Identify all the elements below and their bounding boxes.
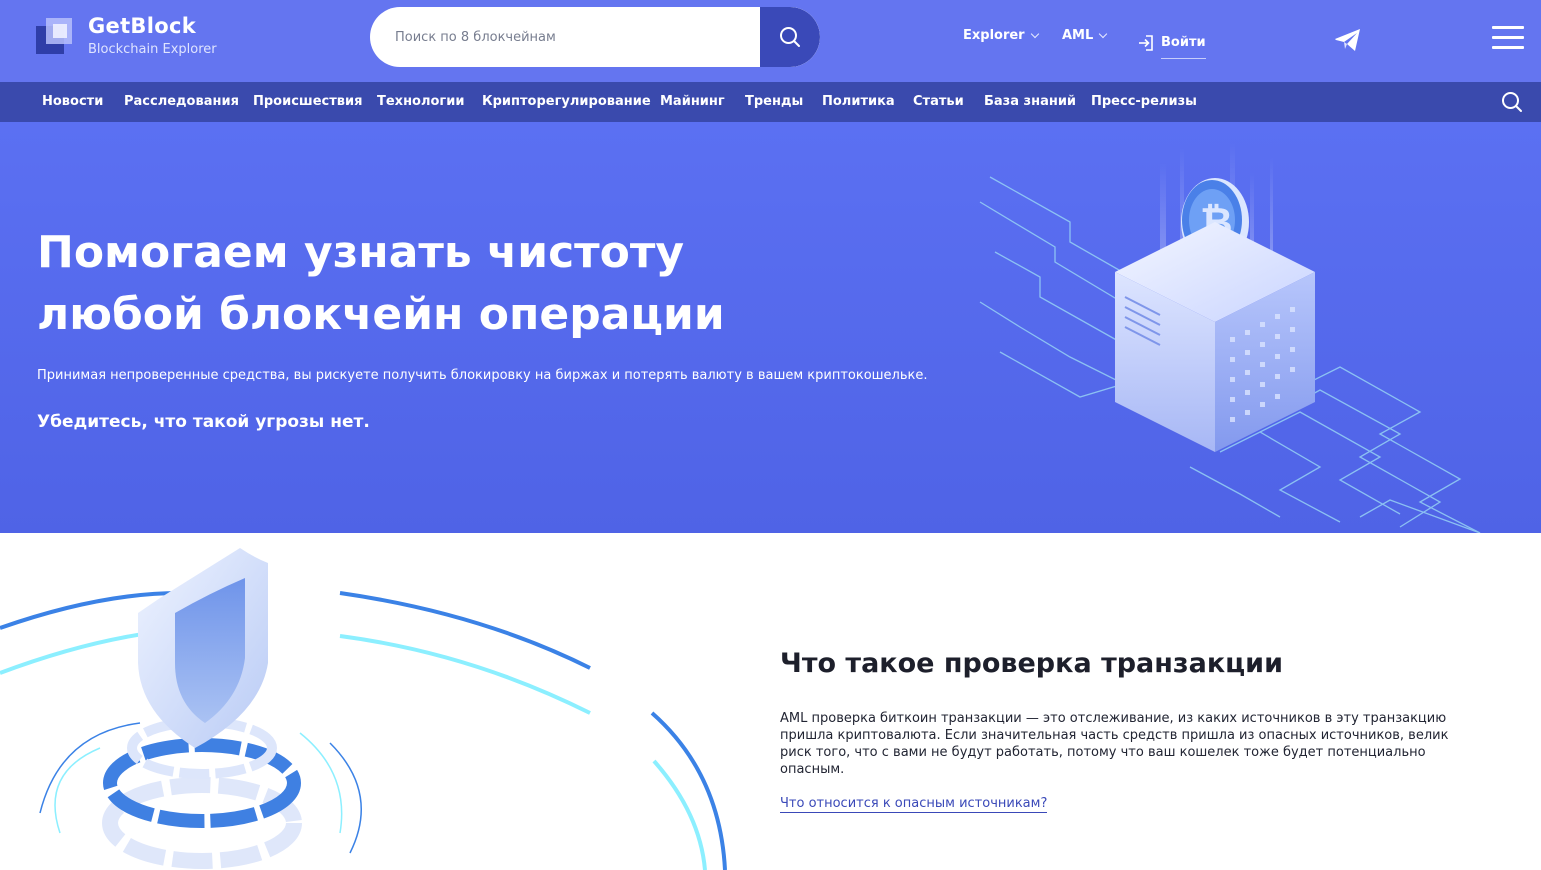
category-regulation[interactable]: Крипторегулирование [482, 94, 651, 109]
blockchain-cube-illustration: ₿ [979, 142, 1481, 533]
category-search-button[interactable] [1501, 91, 1523, 117]
chevron-down-icon [1030, 29, 1039, 38]
login-icon [1139, 35, 1153, 51]
info-title: Что такое проверка транзакции [780, 648, 1284, 679]
top-header: GetBlock Blockchain Explorer Explorer AM… [0, 0, 1541, 82]
category-articles[interactable]: Статьи [913, 94, 964, 109]
nav-aml-label: AML [1062, 28, 1094, 43]
category-knowledge-base[interactable]: База знаний [984, 94, 1076, 109]
telegram-icon [1335, 29, 1360, 51]
category-technology[interactable]: Технологии [377, 94, 464, 109]
logo-subtitle: Blockchain Explorer [88, 42, 217, 57]
login-label: Войти [1161, 35, 1206, 59]
hero-subtitle: Убедитесь, что такой угрозы нет. [37, 412, 370, 432]
nav-explorer[interactable]: Explorer [963, 28, 1039, 43]
menu-button[interactable] [1492, 26, 1524, 50]
dangerous-sources-link[interactable]: Что относится к опасным источникам? [780, 796, 1048, 813]
search-button[interactable] [760, 7, 820, 67]
logo-icon [36, 18, 72, 54]
logo-title: GetBlock [88, 14, 196, 38]
info-text: AML проверка биткоин транзакции — это от… [780, 711, 1449, 777]
nav-aml[interactable]: AML [1062, 28, 1108, 43]
category-nav: Новости Расследования Происшествия Техно… [0, 82, 1541, 122]
category-investigations[interactable]: Расследования [124, 94, 239, 109]
search-bar [370, 7, 820, 67]
hero-title-line-1: Помогаем узнать чистоту [37, 227, 685, 278]
nav-explorer-label: Explorer [963, 28, 1025, 43]
hero-title: Помогаем узнать чистоту любой блокчейн о… [37, 222, 757, 346]
search-icon [780, 27, 800, 47]
category-incidents[interactable]: Происшествия [253, 94, 362, 109]
category-news[interactable]: Новости [42, 94, 103, 109]
shield-illustration [0, 548, 727, 870]
hero-section: Помогаем узнать чистоту любой блокчейн о… [0, 122, 1541, 533]
search-icon [1502, 92, 1522, 112]
category-trends[interactable]: Тренды [745, 94, 803, 109]
search-input[interactable] [370, 7, 760, 67]
telegram-button[interactable] [1334, 28, 1362, 56]
category-politics[interactable]: Политика [822, 94, 895, 109]
category-mining[interactable]: Майнинг [660, 94, 725, 109]
logo[interactable]: GetBlock Blockchain Explorer [36, 14, 236, 60]
chevron-down-icon [1099, 29, 1108, 38]
hero-title-line-2: любой блокчейн операции [37, 289, 725, 340]
login-button[interactable]: Войти [1137, 27, 1206, 59]
category-press-releases[interactable]: Пресс-релизы [1091, 94, 1197, 109]
hero-description: Принимая непроверенные средства, вы риск… [37, 368, 928, 383]
